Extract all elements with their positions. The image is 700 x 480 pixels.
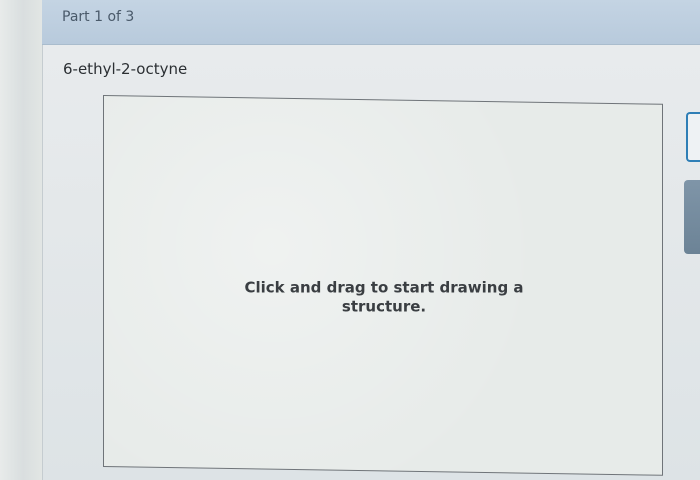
structure-drawing-canvas[interactable]: Click and drag to start drawing a struct… — [103, 95, 663, 476]
page-left-margin — [0, 0, 42, 480]
side-action-button[interactable] — [684, 180, 700, 254]
answer-field-edge[interactable] — [686, 112, 700, 162]
part-header: Part 1 of 3 — [42, 0, 700, 45]
canvas-hint-text: Click and drag to start drawing a struct… — [244, 278, 524, 316]
part-label: Part 1 of 3 — [62, 9, 135, 25]
compound-name: 6-ethyl-2-octyne — [63, 60, 188, 78]
